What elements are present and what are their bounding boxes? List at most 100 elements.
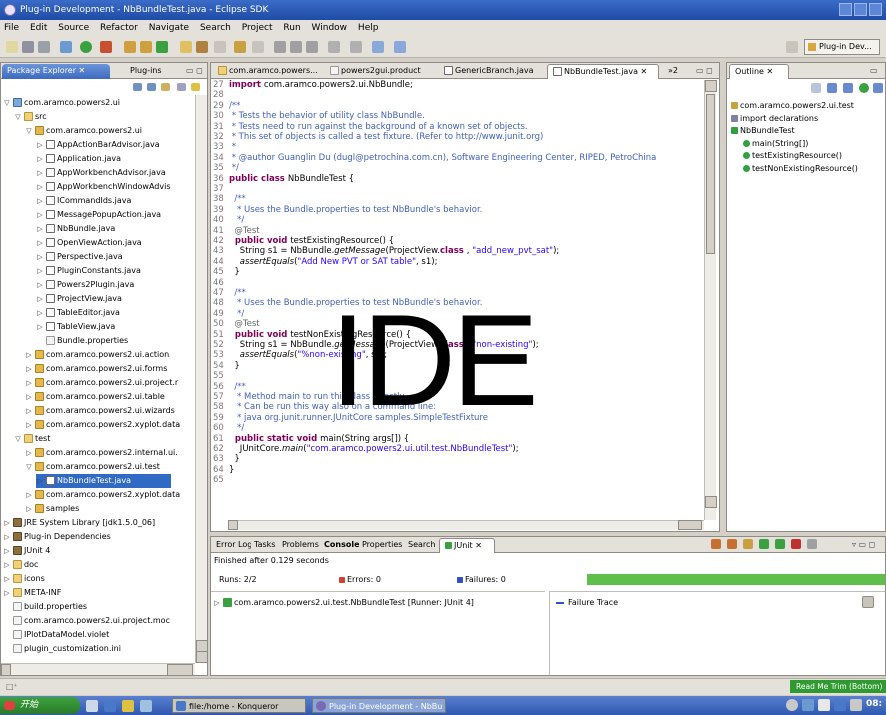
menu-window[interactable]: Window bbox=[312, 23, 348, 33]
start-button[interactable]: 开始 bbox=[0, 697, 80, 714]
tree-item[interactable]: ▽ com.aramco.powers2.ui.test bbox=[25, 460, 160, 474]
tree-item[interactable]: ▷ ICommandIds.java bbox=[36, 194, 131, 208]
scroll-down-button[interactable] bbox=[705, 496, 717, 508]
tab-editor-plugin-xml[interactable]: com.aramco.powers... bbox=[213, 64, 321, 79]
prev-failure-icon[interactable] bbox=[727, 539, 737, 549]
tree-item[interactable]: ▷ AppWorkbenchAdvisor.java bbox=[36, 166, 166, 180]
maximize-button[interactable] bbox=[854, 3, 867, 16]
expand-toggle-icon[interactable]: ▷ bbox=[36, 222, 44, 236]
up-icon[interactable] bbox=[161, 83, 170, 91]
expand-toggle-icon[interactable]: ▷ bbox=[25, 348, 33, 362]
filter-stack-icon[interactable] bbox=[862, 596, 874, 608]
tab-editor-product[interactable]: powers2gui.product bbox=[325, 64, 435, 79]
menu-run[interactable]: Run bbox=[283, 23, 300, 33]
expand-toggle-icon[interactable]: ▷ bbox=[3, 572, 11, 586]
highlight-icon[interactable] bbox=[252, 41, 264, 53]
menu-navigate[interactable]: Navigate bbox=[149, 23, 189, 33]
tree-item[interactable]: ▷ com.aramco.powers2.ui.table bbox=[25, 390, 165, 404]
last-edit-icon[interactable] bbox=[328, 41, 340, 53]
minimize-button[interactable] bbox=[839, 3, 852, 16]
new-java-project-icon[interactable] bbox=[124, 41, 136, 53]
debug-icon[interactable] bbox=[60, 41, 72, 53]
open-type-icon[interactable] bbox=[180, 41, 192, 53]
rerun-icon[interactable] bbox=[759, 539, 769, 549]
expand-toggle-icon[interactable]: ▷ bbox=[25, 418, 33, 432]
forward-icon[interactable] bbox=[147, 83, 156, 91]
hide-fields-icon[interactable] bbox=[827, 83, 837, 93]
annotation-prev-icon[interactable] bbox=[274, 41, 286, 53]
tray-update-icon[interactable] bbox=[802, 699, 814, 711]
tree-item[interactable]: build.properties bbox=[3, 600, 87, 614]
tree-item[interactable]: ▽ src bbox=[14, 110, 47, 124]
expand-toggle-icon[interactable]: ▷ bbox=[25, 488, 33, 502]
scroll-left-button[interactable] bbox=[1, 664, 11, 676]
fast-view-icon[interactable]: □⁺ bbox=[6, 682, 18, 691]
editor-horizontal-scrollbar[interactable] bbox=[228, 520, 704, 530]
close-button[interactable] bbox=[869, 3, 882, 16]
scroll-thumb[interactable] bbox=[706, 94, 715, 254]
hide-static-icon[interactable] bbox=[843, 83, 853, 93]
tree-item[interactable]: ▷ TableView.java bbox=[36, 320, 115, 334]
tree-item[interactable]: ▽ com.aramco.powers2.ui bbox=[25, 124, 142, 138]
quicklaunch-browser-icon[interactable] bbox=[104, 700, 116, 712]
quicklaunch-terminal-icon[interactable] bbox=[140, 700, 152, 712]
scroll-right-button[interactable] bbox=[167, 664, 193, 676]
annotation-next-icon[interactable] bbox=[290, 41, 302, 53]
tab-package-explorer[interactable]: Package Explorer ✕ bbox=[2, 64, 110, 79]
expand-toggle-icon[interactable]: ▷ bbox=[3, 558, 11, 572]
forward-icon[interactable] bbox=[394, 41, 406, 53]
tab-editor-nbbundletest[interactable]: NbBundleTest.java ✕ bbox=[547, 64, 659, 79]
history-icon[interactable] bbox=[743, 539, 753, 549]
menu-search[interactable]: Search bbox=[200, 23, 231, 33]
tree-item[interactable]: ▷ NbBundleTest.java bbox=[36, 474, 171, 488]
menu-help[interactable]: Help bbox=[358, 23, 379, 33]
tree-item[interactable]: ▷ samples bbox=[25, 502, 79, 516]
tray-network-icon[interactable] bbox=[786, 699, 798, 711]
nav-icon[interactable] bbox=[350, 41, 362, 53]
collapse-toggle-icon[interactable]: ▽ bbox=[25, 460, 33, 474]
hide-local-types-icon[interactable] bbox=[873, 83, 883, 93]
toggle-mark-icon[interactable] bbox=[214, 41, 226, 53]
expand-toggle-icon[interactable]: ▷ bbox=[3, 530, 11, 544]
tree-item[interactable]: ▷ icons bbox=[3, 572, 45, 586]
scroll-right-button[interactable] bbox=[678, 520, 702, 530]
tree-item[interactable]: ▷ Plug-in Dependencies bbox=[3, 530, 111, 544]
tab-outline[interactable]: Outline ✕ bbox=[729, 64, 789, 79]
sort-icon[interactable] bbox=[811, 83, 821, 93]
tree-item[interactable]: ▷ MessagePopupAction.java bbox=[36, 208, 161, 222]
menu-edit[interactable]: Edit bbox=[30, 23, 47, 33]
tree-item[interactable]: ▷ com.aramco.powers2.ui.project.r bbox=[25, 376, 178, 390]
link-with-editor-icon[interactable] bbox=[191, 83, 200, 91]
tree-item[interactable]: ▷ com.aramco.powers2.internal.ui. bbox=[25, 446, 178, 460]
stop-icon[interactable] bbox=[791, 539, 801, 549]
back-icon[interactable] bbox=[133, 83, 142, 91]
collapse-toggle-icon[interactable]: ▽ bbox=[25, 124, 33, 138]
tab-search[interactable]: Search bbox=[403, 538, 439, 553]
menu-refactor[interactable]: Refactor bbox=[100, 23, 138, 33]
tree-item[interactable]: ▷ OpenViewAction.java bbox=[36, 236, 142, 250]
tree-item[interactable]: ▷ Perspective.java bbox=[36, 250, 123, 264]
expand-toggle-icon[interactable]: ▷ bbox=[36, 180, 44, 194]
tree-item[interactable]: ▷ PluginConstants.java bbox=[36, 264, 141, 278]
expand-toggle-icon[interactable]: ▷ bbox=[36, 278, 44, 292]
test-item[interactable]: ▷ com.aramco.powers2.ui.test.NbBundleTest… bbox=[213, 596, 474, 610]
new-package-icon[interactable] bbox=[140, 41, 152, 53]
back-icon[interactable] bbox=[372, 41, 384, 53]
scroll-up-button[interactable] bbox=[705, 80, 717, 92]
tab-junit[interactable]: JUnit ✕ bbox=[439, 538, 495, 553]
view-menu-icon[interactable]: ▿ ▭ ◻ bbox=[847, 538, 885, 553]
pen-icon[interactable] bbox=[234, 41, 246, 53]
menu-file[interactable]: File bbox=[4, 23, 19, 33]
expand-toggle-icon[interactable]: ▷ bbox=[36, 264, 44, 278]
expand-toggle-icon[interactable]: ▷ bbox=[36, 320, 44, 334]
tree-item[interactable]: ▽ com.aramco.powers2.ui bbox=[3, 96, 120, 110]
tree-item[interactable]: Bundle.properties bbox=[36, 334, 128, 348]
tab-plug-ins[interactable]: Plug-ins bbox=[125, 64, 175, 79]
tree-item[interactable]: ▷ com.aramco.powers2.xyplot.data bbox=[25, 418, 180, 432]
new-icon[interactable] bbox=[6, 41, 18, 53]
expand-toggle-icon[interactable]: ▷ bbox=[36, 236, 44, 250]
view-minmax-icon[interactable]: ▭ bbox=[865, 64, 885, 79]
collapse-toggle-icon[interactable]: ▽ bbox=[14, 110, 22, 124]
tree-item[interactable]: ▷ META-INF bbox=[3, 586, 61, 600]
annotation-icon[interactable] bbox=[306, 41, 318, 53]
